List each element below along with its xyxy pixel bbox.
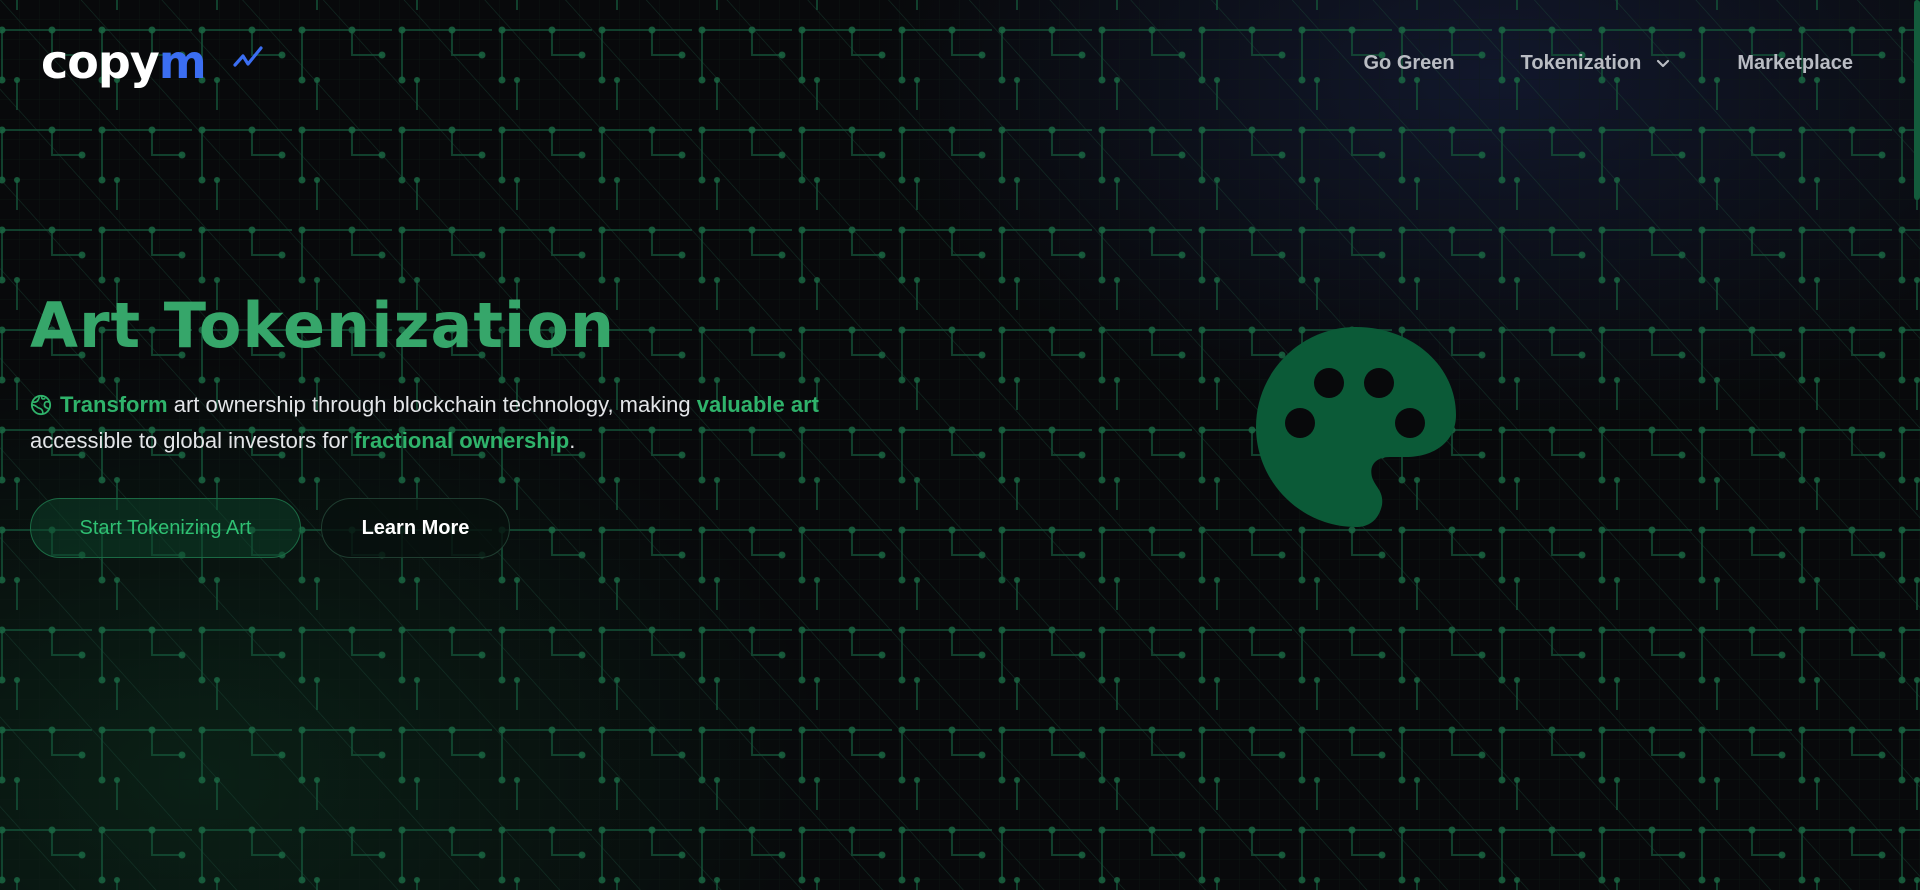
hero-description: Transform art ownership through blockcha… [30,387,930,459]
logo-accent-letter: m [158,35,207,89]
main-nav: Go Green Tokenization Marketplace [1363,47,1853,79]
learn-more-button[interactable]: Learn More [321,498,510,558]
globe-icon [30,394,52,416]
nav-tokenization-label: Tokenization [1520,51,1642,74]
chevron-down-icon [1657,59,1670,68]
nav-marketplace-label: Marketplace [1737,51,1853,74]
brand-logo[interactable]: copy m [41,32,264,92]
hero-title: Art Tokenization [30,289,615,362]
nav-go-green[interactable]: Go Green [1363,47,1454,79]
nav-marketplace[interactable]: Marketplace [1737,47,1853,79]
trend-arrow-icon [233,46,263,67]
nav-go-green-label: Go Green [1363,51,1455,74]
logo-text: copy [41,35,160,89]
desc-text-1: art ownership through blockchain technol… [167,392,697,417]
palette-icon [1256,327,1456,527]
highlight-fractional-ownership: fractional ownership [354,428,570,453]
hero-actions: Start Tokenizing Art Learn More [30,498,510,558]
highlight-transform: Transform [60,392,168,417]
site-header: copy m Go Green Tokenization Marketplace [0,0,1920,126]
desc-text-2: accessible to global investors for [30,428,355,453]
page-scrollbar[interactable] [1914,0,1920,200]
desc-text-3: . [569,428,576,453]
page: copy m Go Green Tokenization Marketplace … [0,0,1920,890]
start-tokenizing-button[interactable]: Start Tokenizing Art [30,498,301,558]
nav-tokenization-dropdown[interactable]: Tokenization [1521,47,1672,79]
highlight-valuable-art: valuable art [696,392,819,417]
